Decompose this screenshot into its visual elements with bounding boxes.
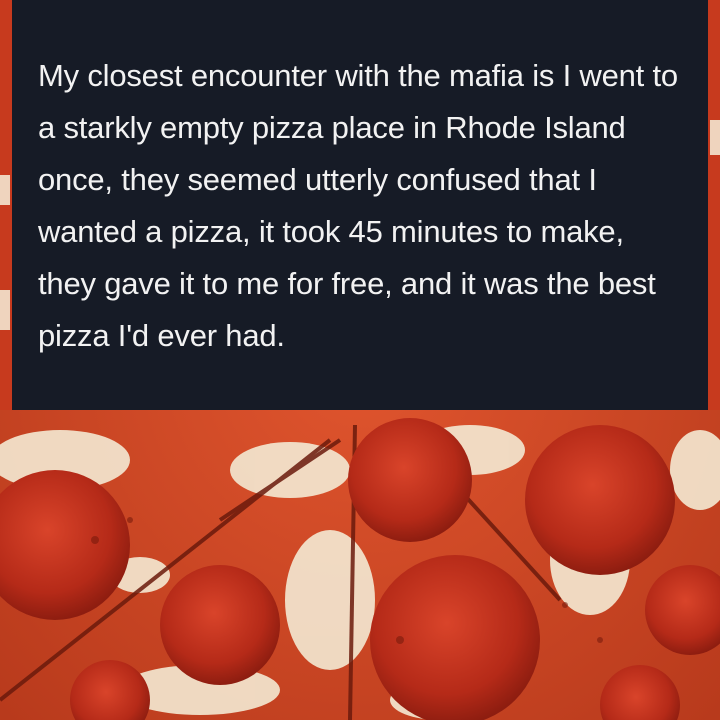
post-text: My closest encounter with the mafia is I… — [38, 58, 678, 353]
post-text-panel: My closest encounter with the mafia is I… — [12, 0, 708, 410]
